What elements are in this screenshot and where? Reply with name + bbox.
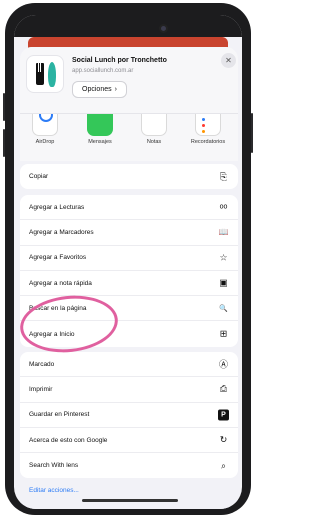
reminders-icon (195, 114, 221, 136)
share-target-notes[interactable]: Notas (132, 114, 176, 145)
share-targets-row: AirDrop Mensajes Notas Recordatorios (20, 113, 238, 161)
actions-group-other: Marcado Ⓐ Imprimir ⎙ Guardar en Pinteres… (20, 352, 238, 479)
action-search-with-lens[interactable]: Search With lens ⌕ (20, 453, 238, 478)
site-url: app.sociallunch.com.ar (72, 68, 134, 74)
options-label: Opciones (82, 86, 112, 93)
action-label: Copiar (29, 173, 49, 181)
fork-icon (36, 63, 44, 85)
chevron-right-icon: › (114, 86, 117, 93)
share-target-label: Mensajes (88, 139, 112, 145)
leaf-icon (48, 62, 56, 87)
action-print[interactable]: Imprimir ⎙ (20, 377, 238, 403)
share-sheet-header: Social Lunch por Tronchetto app.sociallu… (20, 47, 238, 113)
action-add-to-quick-note[interactable]: Agregar a nota rápida ▣ (20, 271, 238, 297)
action-label: Marcado (29, 360, 55, 368)
action-add-to-bookmarks[interactable]: Agregar a Marcadores 📖 (20, 220, 238, 246)
share-target-label: Notas (146, 139, 162, 145)
share-sheet: Social Lunch por Tronchetto app.sociallu… (20, 47, 238, 509)
action-label: Search With lens (29, 462, 79, 470)
action-label: Guardar en Pinterest (29, 411, 90, 419)
action-label: Agregar a Favoritos (29, 254, 87, 262)
copy-icon: ⎘ (219, 171, 228, 182)
status-bar (14, 15, 242, 37)
action-label: Agregar a nota rápida (29, 279, 92, 287)
edit-actions-link[interactable]: Editar acciones... (29, 487, 79, 494)
close-icon: ✕ (225, 56, 232, 65)
action-copy[interactable]: Copiar ⎘ (20, 164, 238, 189)
action-label: Agregar a Marcadores (29, 228, 94, 236)
action-save-to-pinterest[interactable]: Guardar en Pinterest P (20, 403, 238, 428)
airdrop-icon (32, 114, 58, 136)
book-icon: 📖 (218, 227, 229, 237)
search-icon: ⌕ (220, 460, 227, 471)
action-label: Agregar a Lecturas (29, 203, 85, 211)
power-button (251, 113, 253, 153)
site-title: Social Lunch por Tronchetto (72, 57, 167, 64)
site-logo-icon (26, 55, 64, 93)
screen: Social Lunch por Tronchetto app.sociallu… (14, 15, 242, 509)
close-button[interactable]: ✕ (221, 53, 236, 68)
add-square-icon: ⊞ (219, 328, 228, 339)
volume-down-button (3, 129, 5, 157)
action-add-to-favorites[interactable]: Agregar a Favoritos ☆ (20, 246, 238, 271)
action-google-about-this[interactable]: Acerca de esto con Google ↻ (20, 428, 238, 454)
find-in-page-icon: 🔍 (219, 305, 228, 313)
action-label: Imprimir (29, 385, 53, 393)
action-add-to-reading-list[interactable]: Agregar a Lecturas oo (20, 195, 238, 221)
star-icon: ☆ (219, 252, 228, 263)
glasses-icon: oo (219, 203, 228, 211)
google-lens-icon: ↻ (219, 434, 228, 445)
options-button[interactable]: Opciones › (72, 81, 127, 98)
volume-up-button (3, 93, 5, 121)
messages-icon (87, 114, 113, 136)
share-target-reminders[interactable]: Recordatorios (186, 114, 230, 145)
home-indicator (82, 499, 178, 502)
markup-icon: Ⓐ (218, 359, 228, 370)
share-target-airdrop[interactable]: AirDrop (23, 114, 67, 145)
front-camera (159, 24, 168, 33)
quick-note-icon: ▣ (219, 277, 228, 288)
action-label: Acerca de esto con Google (29, 436, 108, 444)
action-markup[interactable]: Marcado Ⓐ (20, 352, 238, 378)
share-target-label: AirDrop (35, 139, 55, 145)
actions-group-copy: Copiar ⎘ (20, 164, 238, 190)
share-target-label: Recordatorios (190, 139, 226, 145)
pinterest-icon: P (218, 409, 229, 421)
share-target-messages[interactable]: Mensajes (78, 114, 122, 145)
printer-icon: ⎙ (219, 383, 228, 394)
notes-icon (141, 114, 167, 136)
